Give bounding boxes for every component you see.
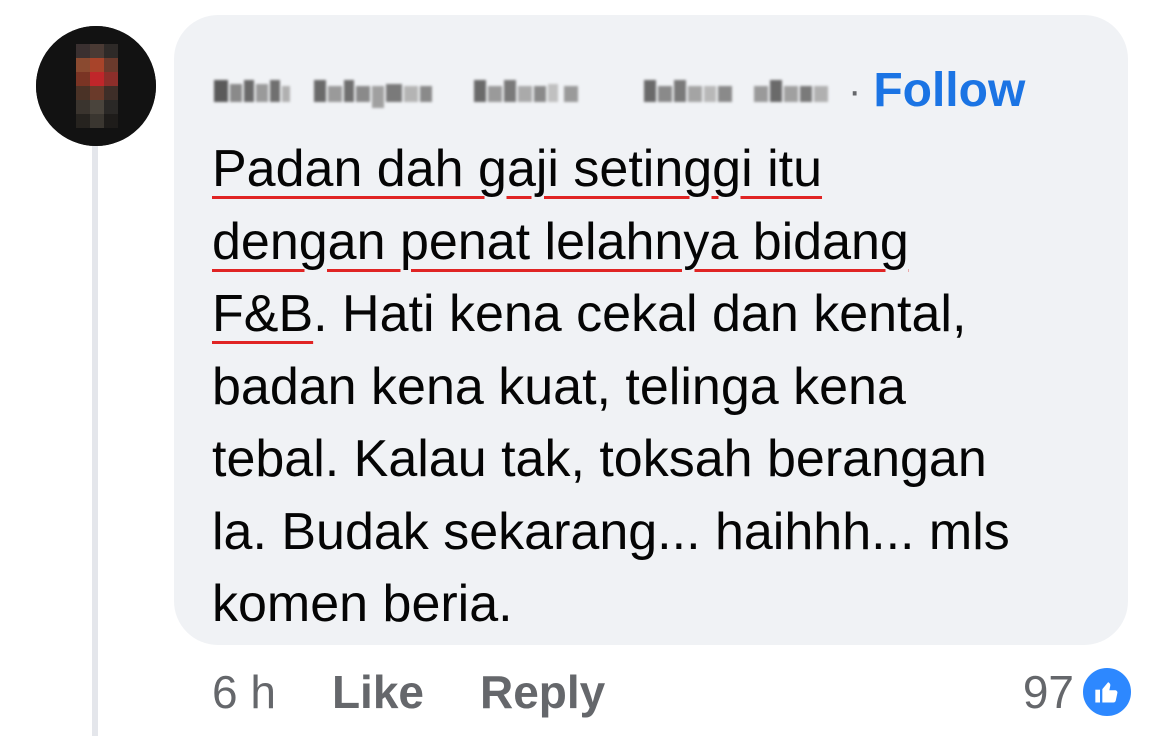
thumbs-up-icon [1080,665,1134,719]
timestamp[interactable]: 6 h [212,665,276,719]
pixelated-profile-photo-icon [36,26,156,146]
blurred-name-icon [214,80,828,108]
comment-text-line-3-rest: . Hati kena cekal dan kental, [313,285,967,343]
underlined-text-line-3: F&B [212,285,314,343]
comment-bubble: · Follow Padan dah gaji setinggi itu deng… [174,15,1128,645]
author-row: · Follow [214,65,1025,117]
comment-actions: 6 h Like Reply [212,664,661,720]
reaction-summary[interactable]: 97 [1023,664,1134,720]
underlined-text-line-2: dengan penat lelahnya bidang [212,212,909,271]
separator-dot: · [848,69,862,113]
reply-button[interactable]: Reply [480,665,605,719]
comment-text-line-5: tebal. Kalau tak, toksah berangan [212,430,987,488]
comment-text-line-4: badan kena kuat, telinga kena [212,357,906,416]
comment-thread: · Follow Padan dah gaji setinggi itu deng… [0,0,1170,736]
underlined-text-line-1: Padan dah gaji setinggi itu [212,140,823,198]
thumbs-up-glyph-icon [1095,682,1118,703]
comment-body: Padan dah gaji setinggi itu dengan penat … [212,133,1112,641]
thread-connector-line [92,146,98,736]
follow-button[interactable]: Follow [873,67,1025,115]
author-name-redacted[interactable] [214,74,832,108]
comment-text-line-7: komen beria. [212,575,513,633]
reaction-count: 97 [1022,666,1074,718]
avatar[interactable] [36,26,156,146]
comment-text-line-6: la. Budak sekarang... haihhh... mls [212,502,1010,561]
like-button[interactable]: Like [332,665,424,719]
